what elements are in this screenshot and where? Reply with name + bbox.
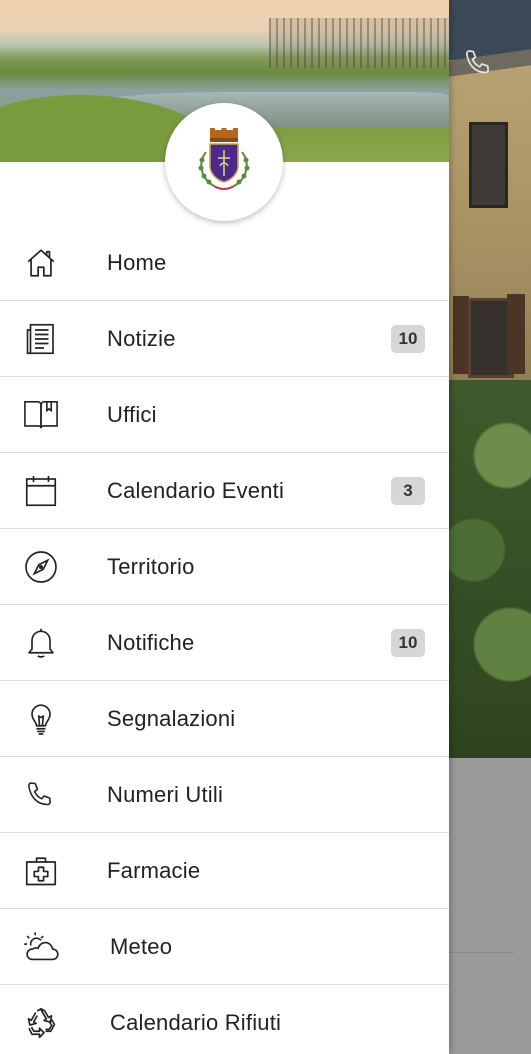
background-shutter [453,296,469,374]
background-content [449,758,531,1054]
count-badge: 10 [391,324,425,353]
first-aid-kit-icon [22,852,60,890]
menu-item-calendario-eventi[interactable]: Calendario Eventi 3 [0,453,449,529]
menu-item-label: Notifiche [107,629,195,655]
weather-icon [22,928,60,966]
menu-item-label: Home [107,250,167,275]
menu-item-label: Calendario Eventi [107,477,285,503]
compass-icon [22,548,60,586]
background-window [469,122,508,208]
menu-item-label: Segnalazioni [107,705,236,731]
lightbulb-icon [22,700,60,738]
phone-icon [22,776,60,814]
calendar-icon [22,472,60,510]
menu-item-label: Uffici [107,401,157,427]
menu-item-segnalazioni[interactable]: Segnalazioni [0,681,449,757]
menu-item-farmacie[interactable]: Farmacie [0,833,449,909]
home-icon [22,244,60,282]
recycle-icon [22,1004,60,1042]
menu-item-label: Territorio [107,553,195,579]
menu-item-label: Meteo [110,933,173,959]
menu-item-numeri-utili[interactable]: Numeri Utili [0,757,449,833]
book-icon [22,396,60,434]
navigation-drawer: Home Notizie 10 Uffici Calendario Eventi… [0,0,449,1054]
menu-item-label: Calendario Rifiuti [110,1009,282,1035]
newspaper-icon [22,320,60,358]
bell-icon [22,624,60,662]
menu-item-calendario-rifiuti[interactable]: Calendario Rifiuti [0,985,449,1054]
menu-item-notizie[interactable]: Notizie 10 [0,301,449,377]
count-badge: 3 [391,476,425,505]
background-shutter [507,294,525,374]
menu-item-notifiche[interactable]: Notifiche 10 [0,605,449,681]
menu-item-label: Notizie [107,325,176,351]
background-plants-image [449,380,531,758]
header-trees [269,18,449,68]
menu-item-meteo[interactable]: Meteo [0,909,449,985]
menu-item-label: Numeri Utili [107,781,224,807]
municipality-crest-logo [165,103,283,221]
menu-item-territorio[interactable]: Territorio [0,529,449,605]
count-badge: 10 [391,628,425,657]
background-divider [449,952,514,953]
menu-item-home[interactable]: Home [0,226,449,301]
menu-item-label: Farmacie [107,857,201,883]
phone-icon[interactable] [462,46,496,80]
menu-item-uffici[interactable]: Uffici [0,377,449,453]
drawer-menu: Home Notizie 10 Uffici Calendario Eventi… [0,226,449,1054]
